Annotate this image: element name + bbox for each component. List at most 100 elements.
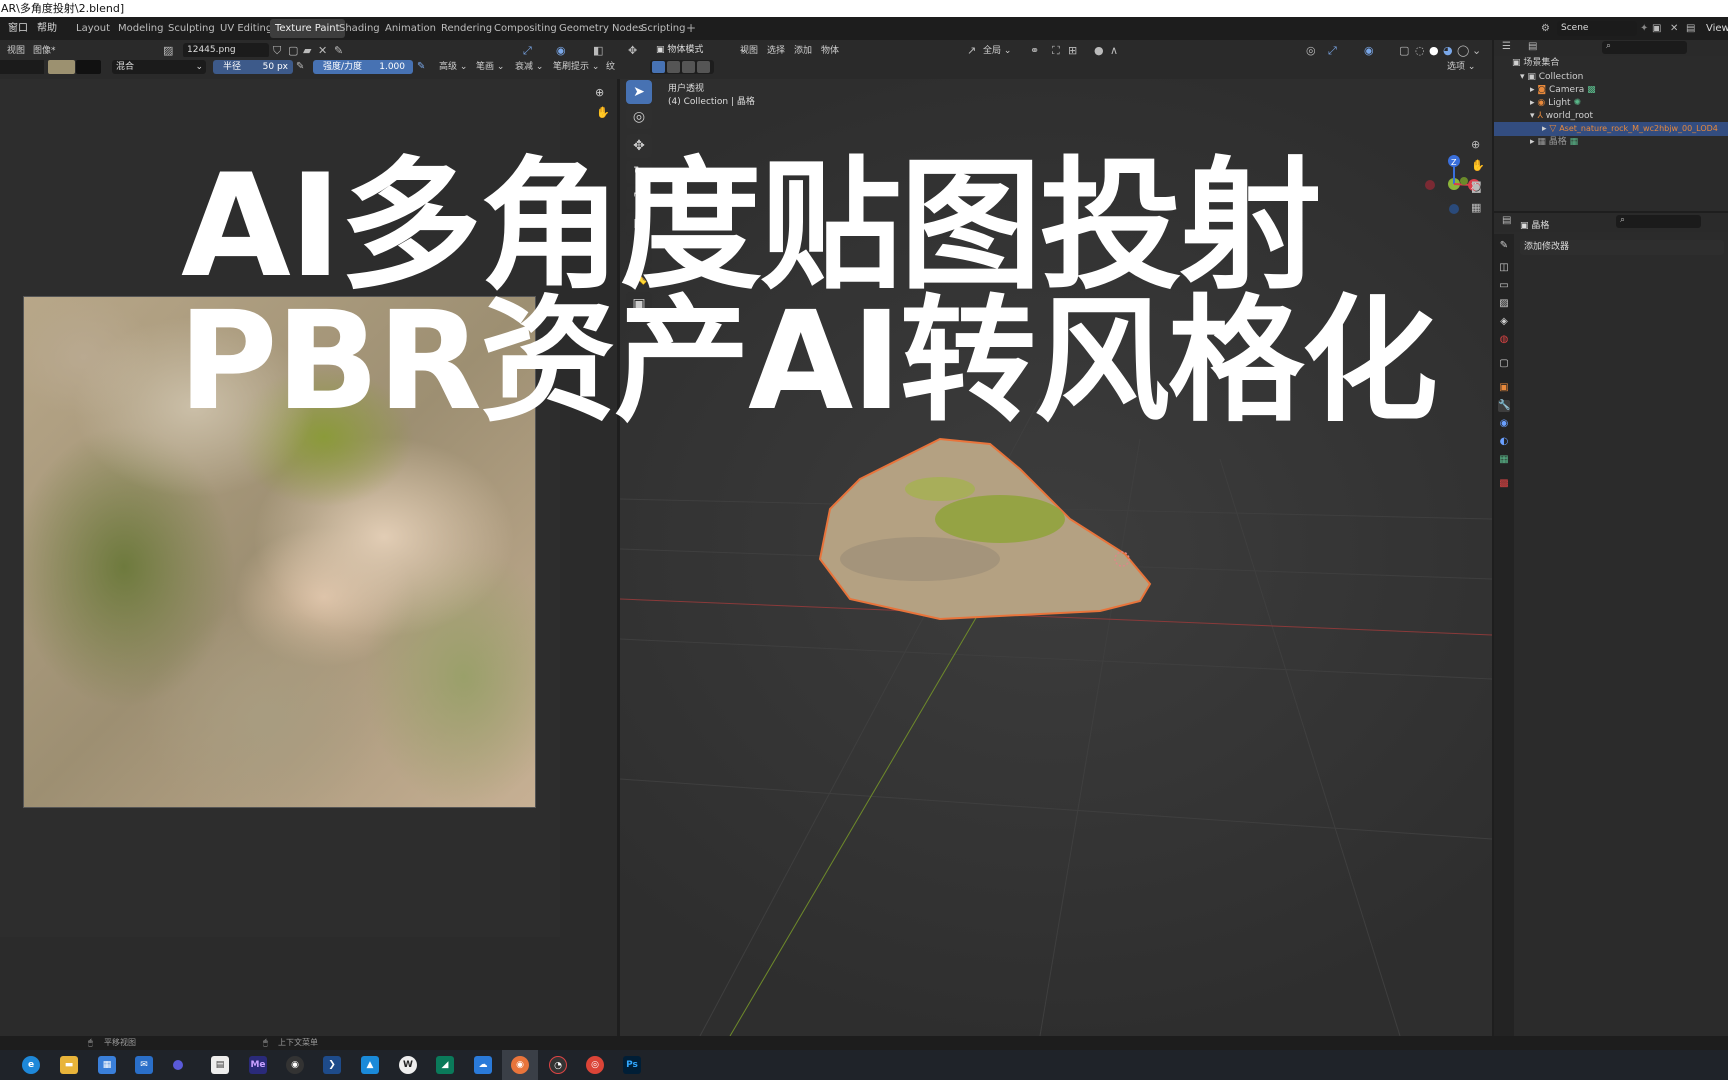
editor-type-icon[interactable]: ✥ xyxy=(628,45,637,56)
wireframe-shading-icon[interactable]: ◌ xyxy=(1415,45,1425,56)
outliner-scene-collection[interactable]: ▣ 场景集合 xyxy=(1494,56,1559,70)
particles-tab-icon[interactable]: ◉ xyxy=(1498,418,1510,430)
xray-icon[interactable]: ▢ xyxy=(1399,45,1409,56)
tab-uv-editing[interactable]: UV Editing xyxy=(215,19,277,38)
selection-mode-buttons[interactable] xyxy=(650,60,714,74)
photoshop-icon[interactable]: Ps xyxy=(623,1056,641,1074)
tab-rendering[interactable]: Rendering xyxy=(436,19,497,38)
rotate-tool-button[interactable]: ↻ xyxy=(626,160,652,184)
outliner-item-rock[interactable]: ▸ ▽ Aset_nature_rock_M_wc2hbjw_00_LOD4 xyxy=(1494,122,1728,136)
select-subtract-icon[interactable] xyxy=(682,61,695,73)
area-divider[interactable] xyxy=(1494,211,1728,213)
view-layer-tab-icon[interactable]: ▨ xyxy=(1498,298,1510,310)
tab-shading[interactable]: Shading xyxy=(334,19,385,38)
pivot-icon[interactable]: ⚭ xyxy=(1030,45,1039,56)
onedrive-icon[interactable]: ☁ xyxy=(474,1056,492,1074)
blend-mode-select[interactable]: 混合 ⌄ xyxy=(112,60,206,74)
radius-pressure-icon[interactable]: ✎ xyxy=(296,62,304,72)
select-extend-icon[interactable] xyxy=(667,61,680,73)
material-shading-icon[interactable]: ◕ xyxy=(1443,45,1453,56)
tab-compositing[interactable]: Compositing xyxy=(489,19,562,38)
tab-sculpting[interactable]: Sculpting xyxy=(163,19,220,38)
snap-icon[interactable]: ⛶ xyxy=(1052,45,1060,56)
ortho-toggle-icon[interactable]: ▦ xyxy=(1471,202,1481,213)
camera-view-icon[interactable]: ◙ xyxy=(1471,181,1482,192)
output-tab-icon[interactable]: ▭ xyxy=(1498,280,1510,292)
primary-color-swatch[interactable] xyxy=(48,60,75,74)
3d-viewport[interactable]: Z X 用户透视 (4) Collection | 晶格 ⊕ ✋ ◙ ▦ xyxy=(620,79,1492,1036)
brush-selector[interactable] xyxy=(0,60,44,74)
outliner-item-lattice[interactable]: ▸ ▦ 晶格 ▦ xyxy=(1494,135,1578,149)
app-icon[interactable] xyxy=(173,1060,183,1070)
app-icon[interactable]: ◔ xyxy=(549,1056,567,1074)
pin-icon[interactable]: ✦ xyxy=(1640,17,1648,40)
delete-scene-icon[interactable]: ✕ xyxy=(1670,17,1678,40)
overlays-toggle-icon[interactable]: ◉ xyxy=(1364,45,1374,56)
outliner-item-light[interactable]: ▸ ◉ Light ✺ xyxy=(1494,96,1581,110)
scene-icon[interactable]: ⚙ xyxy=(1541,17,1550,40)
proportional-edit-icon[interactable]: ● xyxy=(1094,45,1104,56)
texture-menu[interactable]: 纹 xyxy=(606,60,615,74)
tab-layout[interactable]: Layout xyxy=(71,19,115,38)
visibility-icon[interactable]: ◎ xyxy=(1306,45,1316,56)
menu-help[interactable]: 帮助 xyxy=(37,17,57,40)
outliner-item-world-root[interactable]: ▾ ⅄ world_root xyxy=(1494,109,1593,123)
blender-icon[interactable]: ◉ xyxy=(511,1056,529,1074)
obs-icon[interactable]: ◉ xyxy=(286,1056,304,1074)
gizmo-toggle-icon[interactable]: ⤢ xyxy=(1328,45,1337,56)
app-icon[interactable]: ◢ xyxy=(436,1056,454,1074)
zoom-icon[interactable]: ⊕ xyxy=(595,87,604,98)
cursor-menu[interactable]: 笔刷提示 ⌄ xyxy=(553,60,599,74)
measure-tool-button[interactable]: 📏 xyxy=(626,266,652,290)
add-workspace-icon[interactable]: + xyxy=(686,17,696,40)
pan-hand-icon[interactable]: ✋ xyxy=(596,107,610,118)
image-browse-icon[interactable]: ▨ xyxy=(163,45,173,56)
add-cube-tool-button[interactable]: ▣ xyxy=(626,292,652,316)
outliner-search-input[interactable]: ⌕ xyxy=(1602,41,1687,54)
view-layer-name[interactable]: View xyxy=(1706,17,1728,40)
notepad-icon[interactable]: ▤ xyxy=(211,1056,229,1074)
new-image-icon[interactable]: ▢ xyxy=(288,45,298,56)
select-tool-button[interactable]: ➤ xyxy=(626,80,652,104)
options-menu[interactable]: 选项 ⌄ xyxy=(1447,60,1475,74)
app-icon[interactable]: ▲ xyxy=(361,1056,379,1074)
falloff-menu[interactable]: 衰减 ⌄ xyxy=(515,60,543,74)
menu-window[interactable]: 窗口 xyxy=(8,17,28,40)
overlay-icon[interactable]: ⤢ xyxy=(523,45,532,56)
render-tab-icon[interactable]: ◫ xyxy=(1498,262,1510,274)
collection-tab-icon[interactable]: ▢ xyxy=(1498,358,1510,370)
texture-tab-icon[interactable]: ▩ xyxy=(1498,478,1510,490)
cursor-tool-button[interactable]: ◎ xyxy=(626,105,652,129)
file-explorer-icon[interactable]: ▬ xyxy=(60,1056,78,1074)
rendered-shading-icon[interactable]: ◯ xyxy=(1457,45,1469,56)
pin-image-icon[interactable]: ✎ xyxy=(334,45,343,56)
scene-selector[interactable]: Scene xyxy=(1557,21,1637,36)
pan-hand-icon[interactable]: ✋ xyxy=(1471,160,1485,171)
tab-modeling[interactable]: Modeling xyxy=(113,19,169,38)
tab-scripting[interactable]: Scripting xyxy=(636,19,690,38)
scale-tool-button[interactable]: ⤡ xyxy=(626,186,652,210)
annotate-tool-button[interactable]: ✎ xyxy=(626,240,652,264)
edge-icon[interactable]: e xyxy=(22,1056,40,1074)
gizmo-icon[interactable]: ◉ xyxy=(556,45,566,56)
solid-shading-icon[interactable]: ● xyxy=(1429,45,1439,56)
stroke-menu[interactable]: 笔画 ⌄ xyxy=(476,60,504,74)
outliner-item-camera[interactable]: ▸ ◙ Camera ▩ xyxy=(1494,83,1596,97)
area-divider[interactable] xyxy=(1492,40,1494,1037)
open-image-icon[interactable]: ▰ xyxy=(303,45,311,56)
properties-editor-icon[interactable]: ▤ xyxy=(1502,216,1511,226)
properties-search-input[interactable]: ⌕ xyxy=(1616,215,1701,228)
strength-pressure-icon[interactable]: ✎ xyxy=(417,62,425,72)
fake-user-icon[interactable]: ⛉ xyxy=(273,45,281,56)
display-mode-icon[interactable]: ▤ xyxy=(1528,42,1537,52)
secondary-color-swatch[interactable] xyxy=(76,60,101,74)
tab-animation[interactable]: Animation xyxy=(380,19,441,38)
shading-options-icon[interactable]: ⌄ xyxy=(1472,45,1481,56)
chrome-icon[interactable]: ◎ xyxy=(586,1056,604,1074)
transform-tool-button[interactable]: ⊡ xyxy=(626,212,652,236)
select-intersect-icon[interactable] xyxy=(697,61,710,73)
select-new-icon[interactable] xyxy=(652,61,665,73)
store-icon[interactable]: ▦ xyxy=(98,1056,116,1074)
outliner-item-collection[interactable]: ▾ ▣ Collection xyxy=(1494,70,1583,84)
unlink-image-icon[interactable]: ✕ xyxy=(318,45,327,56)
